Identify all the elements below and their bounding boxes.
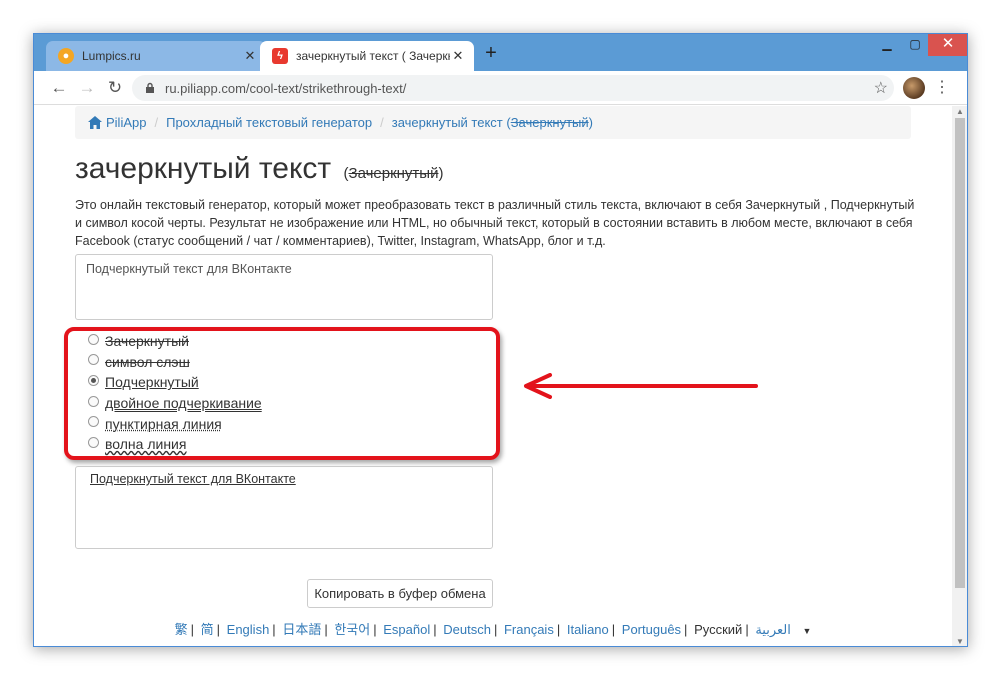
tab-piliapp[interactable]: ϟ зачеркнутый текст ( Зачеркнут ✕ <box>260 41 474 71</box>
browser-toolbar: ← → ↻ ru.piliapp.com/cool-text/strikethr… <box>34 71 967 105</box>
screenshot: ● Lumpics.ru ✕ ϟ зачеркнутый текст ( Зач… <box>0 0 1000 680</box>
breadcrumb-current-strike: Зачеркнутый <box>510 115 589 130</box>
lang-link[interactable]: العربية <box>755 622 791 637</box>
scroll-up-icon[interactable]: ▲ <box>952 106 967 118</box>
red-arrow-annotation <box>524 373 758 399</box>
forward-arrow-icon[interactable]: → <box>76 77 98 99</box>
caret-down-icon[interactable]: ▼ <box>802 626 811 636</box>
lumpics-favicon-icon: ● <box>58 48 74 64</box>
profile-avatar[interactable] <box>903 77 925 99</box>
tab-title: Lumpics.ru <box>82 49 141 63</box>
scroll-down-icon[interactable]: ▼ <box>952 636 967 646</box>
breadcrumb-separator: / <box>380 115 384 130</box>
address-bar[interactable]: ru.piliapp.com/cool-text/strikethrough-t… <box>132 75 894 101</box>
tab-close-icon[interactable]: ✕ <box>242 48 258 64</box>
browser-window: ● Lumpics.ru ✕ ϟ зачеркнутый текст ( Зач… <box>33 33 968 647</box>
tab-title: зачеркнутый текст ( Зачеркнут <box>296 49 450 63</box>
piliapp-favicon-icon: ϟ <box>272 48 288 64</box>
lang-current: Русский <box>694 622 743 637</box>
reload-icon[interactable]: ↻ <box>104 77 126 99</box>
menu-dots-icon[interactable]: ⋮ <box>934 78 950 98</box>
lock-icon <box>144 82 156 94</box>
lang-link[interactable]: Français <box>504 622 554 637</box>
url-text: ru.piliapp.com/cool-text/strikethrough-t… <box>165 80 407 96</box>
vertical-scrollbar[interactable]: ▲ ▼ <box>952 106 967 646</box>
breadcrumb-current-suffix: ) <box>588 115 594 130</box>
lang-link[interactable]: Español <box>383 622 430 637</box>
page-content: PiliApp / Прохладный текстовый генератор… <box>34 106 952 646</box>
maximize-icon[interactable]: ▢ <box>900 34 930 56</box>
breadcrumb-separator: / <box>154 115 159 130</box>
lang-link[interactable]: 繁 <box>175 622 188 637</box>
lang-link[interactable]: 简 <box>201 622 214 637</box>
minimize-icon[interactable]: ▁ <box>872 34 902 56</box>
subtitle-close: ) <box>438 165 444 182</box>
lang-link[interactable]: Deutsch <box>443 622 491 637</box>
breadcrumb-generator-link[interactable]: Прохладный текстовый генератор <box>166 115 372 130</box>
page-title-text: зачеркнутый текст <box>75 152 332 185</box>
page-subtitle: (Зачеркнутый) <box>344 165 444 182</box>
tab-strip: ● Lumpics.ru ✕ ϟ зачеркнутый текст ( Зач… <box>34 34 967 71</box>
output-textarea[interactable]: Подчеркнутый текст для ВКонтакте <box>75 466 493 549</box>
breadcrumb: PiliApp / Прохладный текстовый генератор… <box>75 106 911 139</box>
tab-close-icon[interactable]: ✕ <box>450 48 466 64</box>
highlight-frame <box>64 327 500 460</box>
breadcrumb-home-link[interactable]: PiliApp <box>106 115 146 130</box>
breadcrumb-current-prefix: зачеркнутый текст ( <box>391 115 511 130</box>
copy-button[interactable]: Копировать в буфер обмена <box>307 579 493 608</box>
bookmark-star-icon[interactable]: ☆ <box>874 78 888 98</box>
window-close-icon[interactable]: ✕ <box>928 34 967 56</box>
home-icon[interactable] <box>88 116 102 129</box>
input-textarea[interactable]: Подчеркнутый текст для ВКонтакте <box>75 254 493 320</box>
back-arrow-icon[interactable]: ← <box>48 77 70 99</box>
tab-lumpics[interactable]: ● Lumpics.ru ✕ <box>46 41 266 71</box>
new-tab-plus-icon[interactable]: + <box>480 42 502 64</box>
intro-paragraph: Это онлайн текстовый генератор, который … <box>75 198 915 248</box>
lang-link[interactable]: English <box>227 622 270 637</box>
scrollbar-thumb[interactable] <box>955 118 965 588</box>
lang-link[interactable]: Italiano <box>567 622 609 637</box>
page-title: зачеркнутый текст (Зачеркнутый) <box>75 152 443 186</box>
language-bar: 繁 | 简 | English | 日本語 | 한국어 | Español | Deutsc… <box>174 622 812 637</box>
lang-link[interactable]: 한국어 <box>334 622 370 637</box>
subtitle-strike: Зачеркнутый <box>348 165 439 182</box>
lang-link[interactable]: 日本語 <box>282 622 321 637</box>
lang-link[interactable]: Português <box>622 622 681 637</box>
breadcrumb-current-link[interactable]: зачеркнутый текст (Зачеркнутый) <box>392 115 593 130</box>
